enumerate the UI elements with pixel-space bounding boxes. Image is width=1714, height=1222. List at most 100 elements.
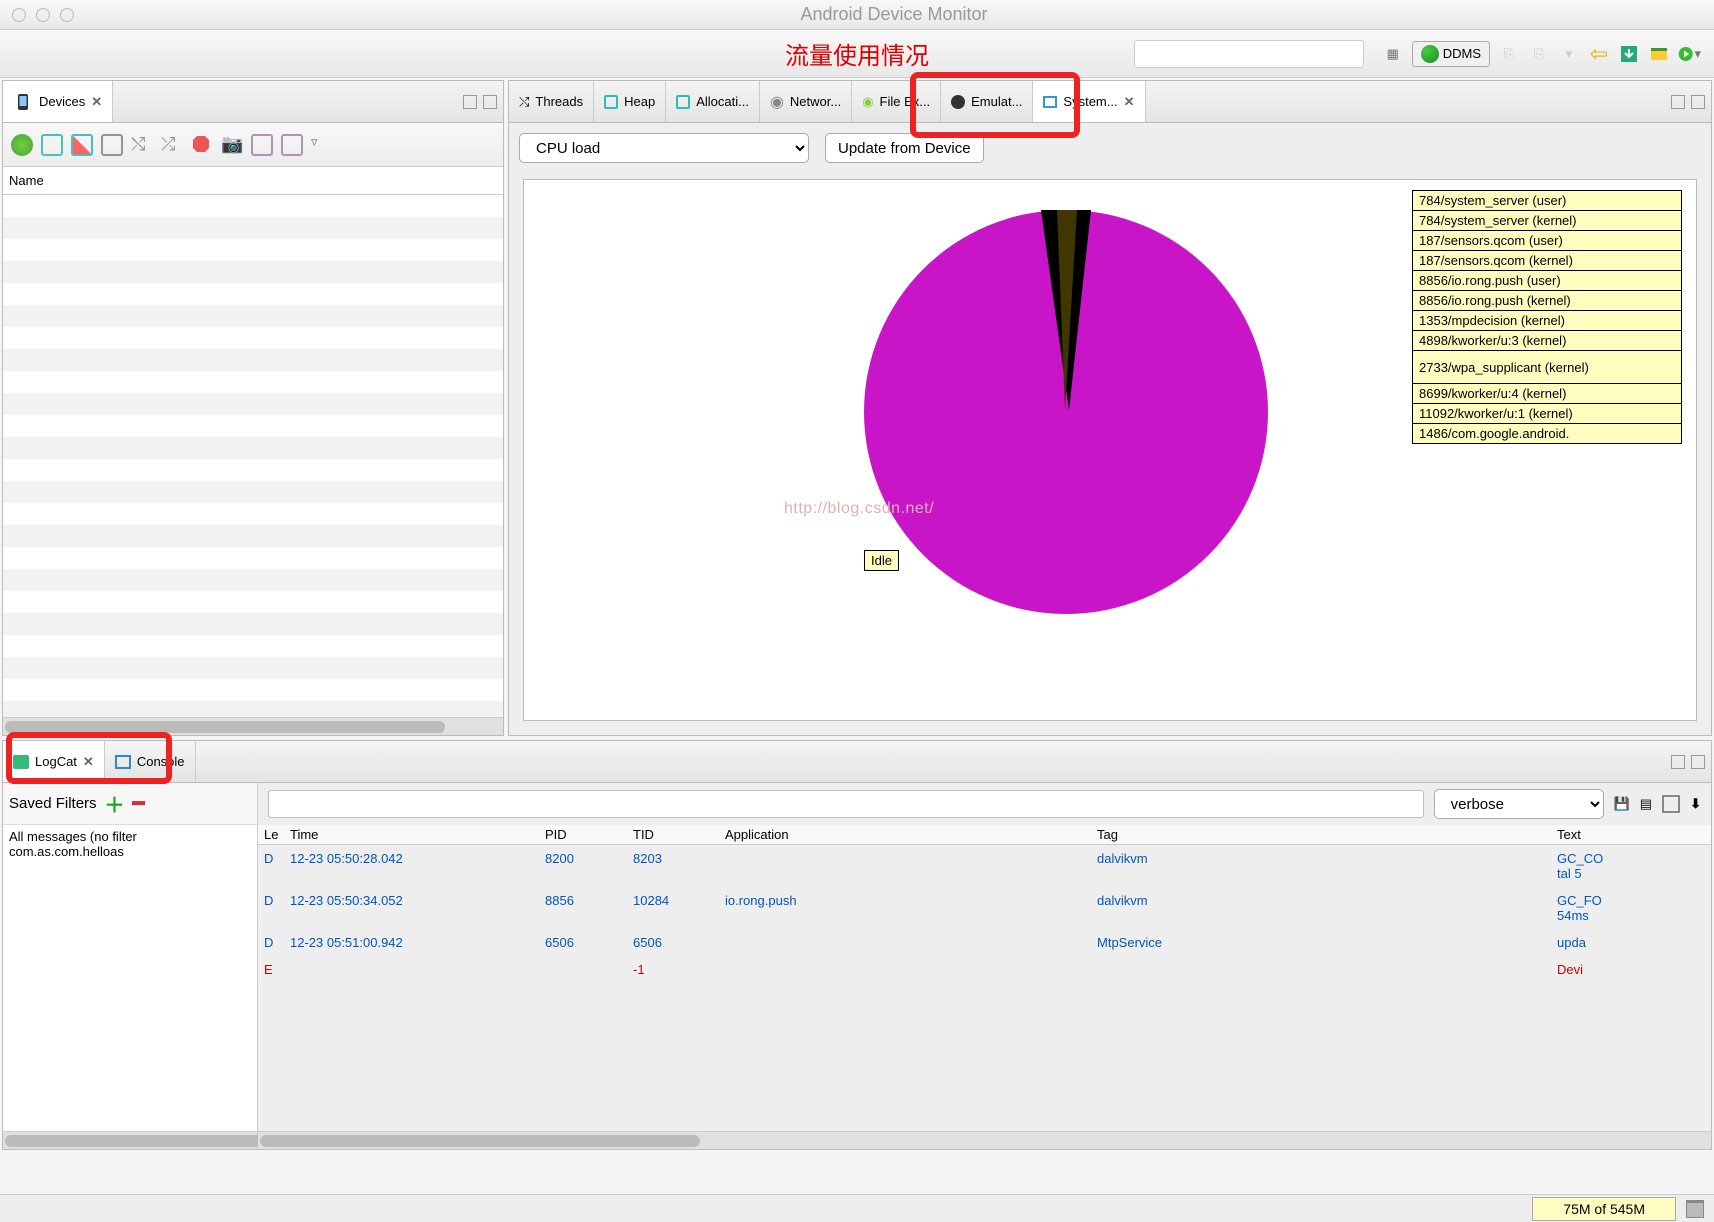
tab-allocation[interactable]: Allocati...: [666, 81, 760, 122]
tool-icon-2[interactable]: ⎘: [1527, 42, 1551, 66]
close-icon[interactable]: [12, 8, 26, 22]
menu-icon[interactable]: ▿: [311, 134, 333, 156]
clear-icon[interactable]: ▤: [1640, 796, 1652, 812]
stop-icon[interactable]: [191, 134, 213, 156]
heap-icon: [604, 95, 618, 109]
gc-icon[interactable]: [101, 134, 123, 156]
panel-minmax: [1665, 755, 1711, 769]
save-icon[interactable]: 💾: [1614, 796, 1630, 812]
minimize-icon[interactable]: [463, 95, 477, 109]
minimize-icon[interactable]: [1671, 95, 1685, 109]
tab-system[interactable]: System...✕: [1033, 81, 1145, 122]
debug-icon[interactable]: [11, 134, 33, 156]
tool-icon-3[interactable]: ▾: [1557, 42, 1581, 66]
tab-logcat[interactable]: LogCat ✕: [3, 741, 105, 782]
log-main: verbose 💾 ▤ ⬇ Le Time PID TID Applicatio…: [258, 783, 1711, 1149]
thread-icon[interactable]: ⤭: [131, 134, 153, 156]
main-toolbar: 流量使用情况 ▦ DDMS ⎘ ⎘ ▾ ⇦ ▾: [0, 30, 1714, 78]
system-controls: CPU load Update from Device: [509, 123, 1711, 173]
filter-icon[interactable]: [1647, 42, 1671, 66]
tab-heap[interactable]: Heap: [594, 81, 666, 122]
ddms-button[interactable]: DDMS: [1412, 41, 1490, 67]
window-title: Android Device Monitor: [74, 4, 1714, 25]
gc-trash-icon[interactable]: [1686, 1200, 1704, 1218]
minimize-icon[interactable]: [1671, 755, 1685, 769]
col-app[interactable]: Application: [725, 827, 1097, 842]
thread-start-icon[interactable]: ⤮: [161, 134, 183, 156]
maximize-icon[interactable]: [483, 95, 497, 109]
window-controls: [0, 8, 74, 22]
bottom-panel: LogCat ✕ Console Saved Filters ＋ ━ All m…: [2, 740, 1712, 1150]
col-pid[interactable]: PID: [545, 827, 633, 842]
heap-dump-icon[interactable]: [71, 134, 93, 156]
maximize-icon[interactable]: [1691, 95, 1705, 109]
legend-item: 8856/io.rong.push (kernel): [1412, 290, 1682, 311]
download-icon[interactable]: [1617, 42, 1641, 66]
log-search-input[interactable]: [268, 790, 1424, 818]
col-text[interactable]: Text: [1557, 827, 1711, 842]
console-icon: [115, 755, 131, 769]
legend-item: 784/system_server (kernel): [1412, 210, 1682, 231]
zoom-icon[interactable]: [60, 8, 74, 22]
legend-item: 1353/mpdecision (kernel): [1412, 310, 1682, 331]
log-grid: Le Time PID TID Application Tag Text D12…: [258, 825, 1711, 1131]
logcat-body: Saved Filters ＋ ━ All messages (no filte…: [3, 783, 1711, 1149]
update-button[interactable]: Update from Device: [825, 133, 984, 163]
back-icon[interactable]: ⇦: [1587, 42, 1611, 66]
tab-network[interactable]: ◉Networ...: [760, 81, 852, 122]
scroll-lock-icon[interactable]: [1662, 795, 1680, 813]
scrollbar-h[interactable]: [258, 1131, 1711, 1149]
tool-icon-1[interactable]: ⎘: [1497, 42, 1521, 66]
legend-item: 1486/com.google.android.: [1412, 423, 1682, 444]
devices-table[interactable]: [3, 195, 503, 717]
capture2-icon[interactable]: [281, 134, 303, 156]
pie-chart: [864, 210, 1268, 614]
filter-item[interactable]: All messages (no filter: [9, 829, 251, 844]
close-icon[interactable]: ✕: [91, 94, 102, 110]
heap-icon[interactable]: [41, 134, 63, 156]
search-input[interactable]: [1134, 40, 1364, 68]
col-tag[interactable]: Tag: [1097, 827, 1557, 842]
titlebar: Android Device Monitor: [0, 0, 1714, 30]
log-row[interactable]: E-1Devi: [258, 956, 1711, 983]
tab-emulator[interactable]: Emulat...: [941, 81, 1033, 122]
tab-threads[interactable]: ⤭Threads: [509, 81, 594, 122]
run-icon[interactable]: ▾: [1677, 42, 1701, 66]
col-level[interactable]: Le: [258, 827, 290, 842]
log-level-select[interactable]: verbose: [1434, 789, 1604, 819]
tab-file-explorer[interactable]: ◉File Ex...: [852, 81, 941, 122]
capture-icon[interactable]: [251, 134, 273, 156]
saved-filters-label: Saved Filters: [9, 795, 97, 812]
minimize-icon[interactable]: [36, 8, 50, 22]
tab-console[interactable]: Console: [105, 741, 196, 782]
col-time[interactable]: Time: [290, 827, 545, 842]
logcat-icon: [13, 755, 29, 769]
filters-header: Saved Filters ＋ ━: [3, 783, 257, 825]
close-icon[interactable]: ✕: [1124, 94, 1135, 110]
idle-label: Idle: [864, 550, 899, 571]
close-icon[interactable]: ✕: [83, 754, 94, 770]
log-row[interactable]: D12-23 05:50:34.052885610284io.rong.push…: [258, 887, 1711, 929]
remove-filter-icon[interactable]: ━: [133, 791, 145, 816]
legend-item: 11092/kworker/u:1 (kernel): [1412, 403, 1682, 424]
maximize-icon[interactable]: [1691, 755, 1705, 769]
scrollbar-h[interactable]: [3, 1131, 257, 1149]
add-filter-icon[interactable]: ＋: [105, 789, 125, 818]
tab-devices[interactable]: Devices ✕: [3, 81, 113, 122]
col-tid[interactable]: TID: [633, 827, 725, 842]
scroll-down-icon[interactable]: ⬇: [1690, 796, 1701, 812]
scrollbar-h[interactable]: [3, 717, 503, 735]
log-row[interactable]: D12-23 05:51:00.94265066506MtpServiceupd…: [258, 929, 1711, 956]
metric-select[interactable]: CPU load: [519, 133, 809, 163]
legend-item: 8856/io.rong.push (user): [1412, 270, 1682, 291]
legend-item: 187/sensors.qcom (kernel): [1412, 250, 1682, 271]
camera-icon[interactable]: 📷: [221, 134, 243, 156]
perspective-icon[interactable]: ▦: [1381, 42, 1405, 66]
filter-list[interactable]: All messages (no filter com.as.com.hello…: [3, 825, 257, 1131]
watermark: http://blog.csdn.net/: [784, 500, 934, 518]
log-row[interactable]: D12-23 05:50:28.04282008203dalvikvmGC_CO…: [258, 845, 1711, 887]
wifi-icon: ◉: [770, 92, 784, 112]
status-bar: 75M of 545M: [0, 1194, 1714, 1222]
memory-status: 75M of 545M: [1532, 1197, 1676, 1221]
filter-item[interactable]: com.as.com.helloas: [9, 844, 251, 859]
